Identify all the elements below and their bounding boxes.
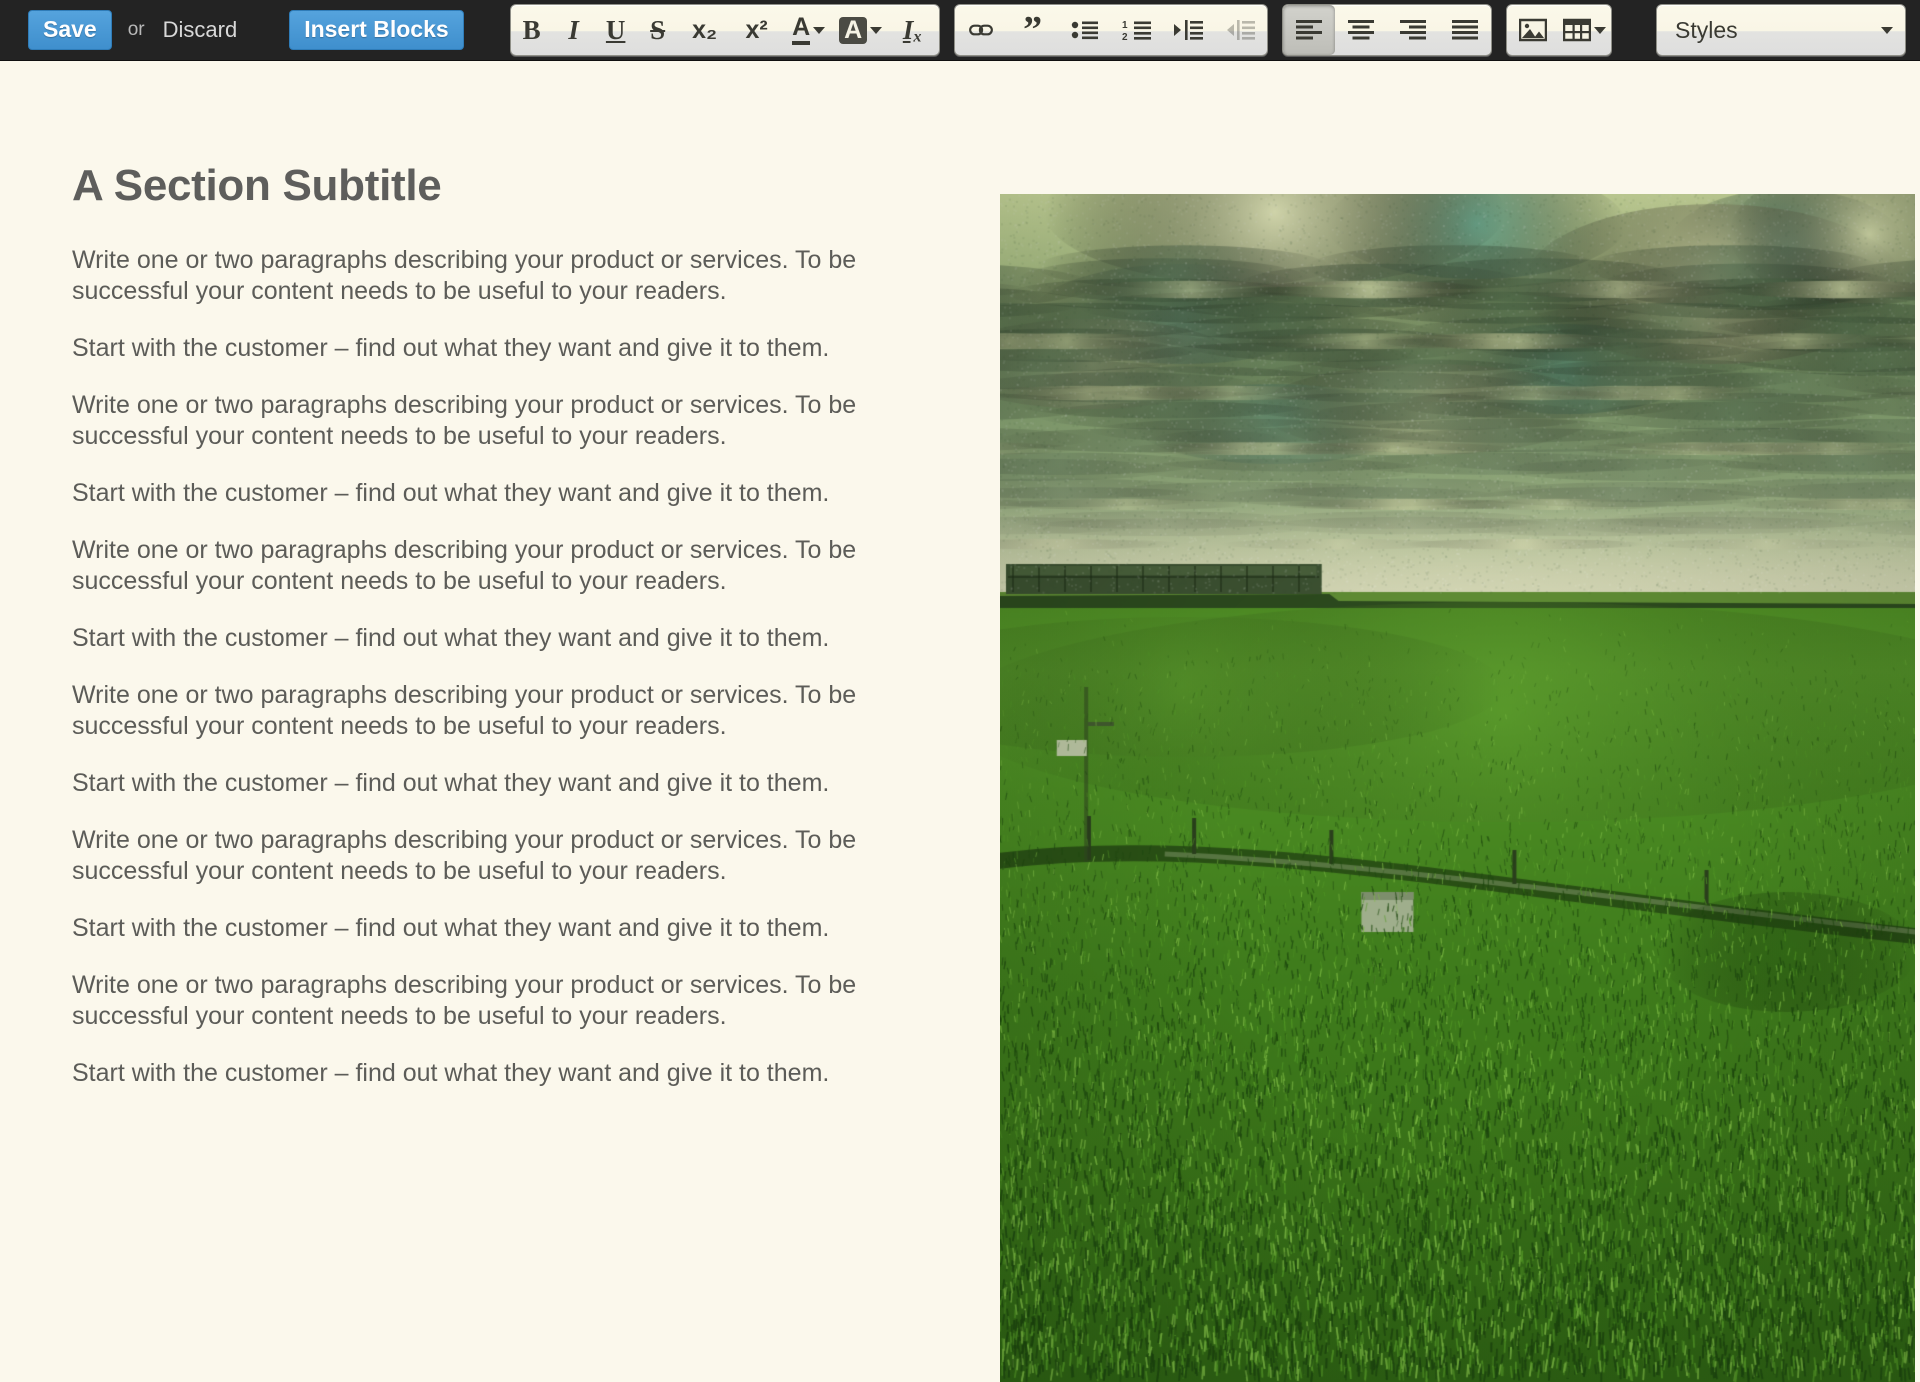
- toolbar-group-inline-format: B I U S x₂ x² A A Iₓ: [510, 4, 940, 56]
- superscript-button[interactable]: x²: [731, 5, 783, 55]
- underline-icon: U: [606, 17, 626, 44]
- numbered-list-button[interactable]: 1 2: [1111, 5, 1163, 55]
- align-justify-button[interactable]: [1439, 5, 1491, 55]
- save-button[interactable]: Save: [28, 10, 112, 50]
- link-button[interactable]: [955, 5, 1007, 55]
- superscript-icon: x²: [746, 18, 768, 43]
- svg-text:2: 2: [1122, 32, 1128, 41]
- styles-dropdown[interactable]: Styles: [1656, 4, 1906, 56]
- page-title: A Section Subtitle: [72, 161, 932, 211]
- paragraph[interactable]: Write one or two paragraphs describing y…: [72, 535, 932, 597]
- insert-image-button[interactable]: [1507, 5, 1559, 55]
- editor-toolbar: Save or Discard Insert Blocks B I U S x₂…: [0, 0, 1920, 61]
- paragraph[interactable]: Write one or two paragraphs describing y…: [72, 680, 932, 742]
- remove-format-icon: Iₓ: [903, 17, 923, 44]
- align-left-button[interactable]: [1283, 5, 1335, 55]
- align-justify-icon: [1451, 19, 1479, 41]
- align-center-button[interactable]: [1335, 5, 1387, 55]
- paragraph[interactable]: Start with the customer – find out what …: [72, 913, 932, 944]
- paragraph[interactable]: Start with the customer – find out what …: [72, 623, 932, 654]
- or-label: or: [128, 19, 145, 41]
- insert-blocks-button[interactable]: Insert Blocks: [289, 10, 463, 50]
- quote-icon: ”: [1023, 20, 1042, 41]
- chevron-down-icon: [1881, 27, 1893, 34]
- styles-dropdown-label: Styles: [1675, 17, 1738, 44]
- chevron-down-icon: [870, 27, 882, 34]
- bulleted-list-icon: [1071, 19, 1099, 41]
- paragraph[interactable]: Write one or two paragraphs describing y…: [72, 245, 932, 307]
- subscript-icon: x₂: [692, 18, 717, 43]
- background-color-button[interactable]: A: [835, 5, 887, 55]
- strikethrough-button[interactable]: S: [637, 5, 679, 55]
- paragraph[interactable]: Write one or two paragraphs describing y…: [72, 970, 932, 1032]
- text-color-icon: A: [792, 15, 810, 45]
- toolbar-group-paragraph: ” 1 2: [954, 4, 1268, 56]
- subscript-button[interactable]: x₂: [679, 5, 731, 55]
- bold-button[interactable]: B: [511, 5, 553, 55]
- italic-button[interactable]: I: [553, 5, 595, 55]
- align-right-icon: [1399, 19, 1427, 41]
- paragraph[interactable]: Start with the customer – find out what …: [72, 768, 932, 799]
- align-right-button[interactable]: [1387, 5, 1439, 55]
- link-icon: [968, 17, 994, 43]
- paragraph[interactable]: Start with the customer – find out what …: [72, 1058, 932, 1089]
- align-left-icon: [1295, 19, 1323, 41]
- paragraph[interactable]: Write one or two paragraphs describing y…: [72, 825, 932, 887]
- decrease-indent-button[interactable]: [1215, 5, 1267, 55]
- paragraph[interactable]: Start with the customer – find out what …: [72, 478, 932, 509]
- image-icon: [1519, 18, 1547, 42]
- decrease-indent-icon: [1226, 19, 1256, 41]
- increase-indent-button[interactable]: [1163, 5, 1215, 55]
- numbered-list-icon: 1 2: [1122, 19, 1152, 41]
- underline-button[interactable]: U: [595, 5, 637, 55]
- paragraph-list: Write one or two paragraphs describing y…: [72, 245, 932, 1089]
- align-center-icon: [1347, 19, 1375, 41]
- bold-icon: B: [523, 17, 541, 44]
- chevron-down-icon: [1594, 27, 1606, 34]
- text-column: A Section Subtitle Write one or two para…: [72, 161, 932, 1089]
- content-image[interactable]: [1000, 194, 1915, 1382]
- discard-button[interactable]: Discard: [163, 17, 238, 43]
- blockquote-button[interactable]: ”: [1007, 5, 1059, 55]
- italic-icon: I: [568, 17, 579, 44]
- background-color-icon: A: [839, 17, 867, 44]
- text-color-button[interactable]: A: [783, 5, 835, 55]
- chevron-down-icon: [813, 27, 825, 34]
- table-icon: [1563, 18, 1591, 42]
- svg-text:1: 1: [1122, 20, 1128, 31]
- remove-format-button[interactable]: Iₓ: [887, 5, 939, 55]
- toolbar-group-alignment: [1282, 4, 1492, 56]
- strikethrough-icon: S: [650, 17, 665, 44]
- increase-indent-icon: [1174, 19, 1204, 41]
- bulleted-list-button[interactable]: [1059, 5, 1111, 55]
- green-field-photo: [1000, 194, 1915, 1382]
- paragraph[interactable]: Write one or two paragraphs describing y…: [72, 390, 932, 452]
- toolbar-group-insert: [1506, 4, 1612, 56]
- insert-table-button[interactable]: [1559, 5, 1611, 55]
- paragraph[interactable]: Start with the customer – find out what …: [72, 333, 932, 364]
- editor-content-area[interactable]: A Section Subtitle Write one or two para…: [0, 61, 1920, 1375]
